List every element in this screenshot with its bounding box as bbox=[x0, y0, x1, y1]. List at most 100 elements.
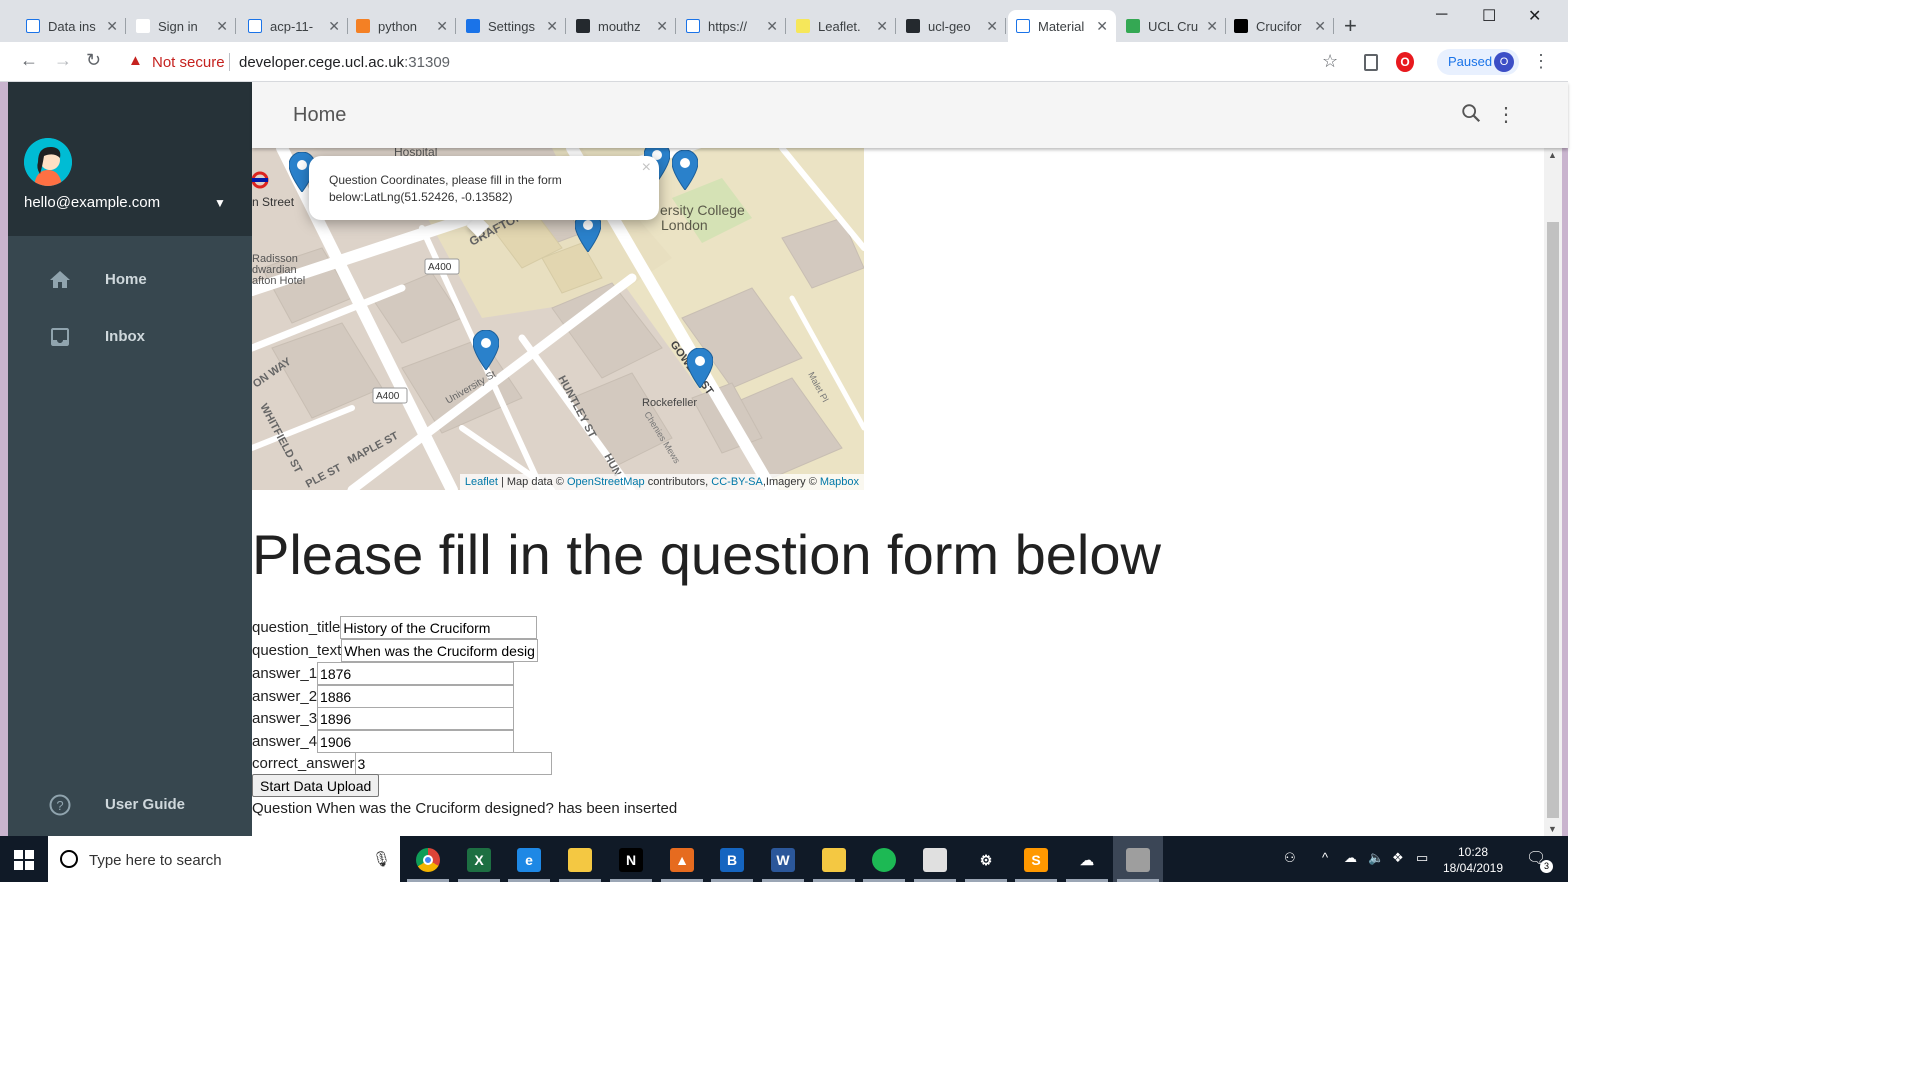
scroll-up-icon[interactable]: ▲ bbox=[1548, 150, 1557, 160]
edge-icon: e bbox=[517, 848, 541, 872]
page-scrollbar[interactable]: ▲ ▼ bbox=[1544, 148, 1562, 836]
minimize-button[interactable]: ─ bbox=[1436, 6, 1447, 24]
people-icon[interactable]: ⚇ bbox=[1284, 850, 1296, 866]
tray-chevron-icon[interactable]: ^ bbox=[1322, 850, 1328, 865]
onedrive-icon[interactable]: ☁ bbox=[1344, 850, 1357, 866]
avatar[interactable] bbox=[24, 138, 72, 186]
taskbar-clock[interactable]: 10:28 18/04/2019 bbox=[1440, 844, 1506, 876]
opera-extension-icon[interactable]: O bbox=[1396, 52, 1414, 72]
tab-close-icon[interactable]: ✕ bbox=[546, 18, 558, 35]
taskbar-app-edge[interactable]: e bbox=[504, 836, 554, 882]
map-marker-icon[interactable] bbox=[687, 348, 713, 388]
osm-link[interactable]: OpenStreetMap bbox=[567, 476, 645, 488]
tab-close-icon[interactable]: ✕ bbox=[876, 18, 888, 35]
new-tab-button[interactable]: + bbox=[1344, 13, 1357, 39]
scroll-down-icon[interactable]: ▼ bbox=[1548, 824, 1557, 834]
tab-data-ins[interactable]: Data ins ✕ bbox=[18, 10, 126, 42]
windows-start-icon[interactable] bbox=[14, 850, 34, 870]
sidebar-item-inbox[interactable]: Inbox bbox=[8, 313, 252, 361]
answer-2-input[interactable] bbox=[317, 685, 515, 708]
taskbar-app-file-explorer[interactable] bbox=[555, 836, 605, 882]
taskbar-app-paint[interactable] bbox=[910, 836, 960, 882]
tab-close-icon[interactable]: ✕ bbox=[328, 18, 340, 35]
taskbar-app-excel[interactable]: X bbox=[454, 836, 504, 882]
answer-3-input[interactable] bbox=[317, 707, 515, 730]
question-title-input[interactable] bbox=[340, 616, 538, 639]
tab-close-icon[interactable]: ✕ bbox=[106, 18, 118, 35]
warning-icon[interactable]: ▲ bbox=[128, 52, 143, 69]
taskbar-app-sublime[interactable]: S bbox=[1011, 836, 1061, 882]
battery-icon[interactable]: ▭ bbox=[1416, 850, 1428, 866]
scroll-thumb[interactable] bbox=[1547, 222, 1559, 818]
map-marker-icon[interactable] bbox=[473, 330, 499, 370]
extension-page-icon[interactable] bbox=[1364, 54, 1378, 71]
taskbar-app-chrome[interactable] bbox=[403, 836, 453, 882]
reload-icon[interactable]: ↻ bbox=[86, 50, 101, 71]
answer-1-input[interactable] bbox=[317, 662, 515, 685]
close-icon[interactable]: × bbox=[642, 159, 651, 176]
tab-close-icon[interactable]: ✕ bbox=[1314, 18, 1326, 35]
tab-close-icon[interactable]: ✕ bbox=[656, 18, 668, 35]
tab-settings[interactable]: Settings ✕ bbox=[458, 10, 566, 42]
tab-sign-in[interactable]: Sign in ✕ bbox=[128, 10, 236, 42]
leaflet-link[interactable]: Leaflet bbox=[465, 476, 498, 488]
tab-close-icon[interactable]: ✕ bbox=[436, 18, 448, 35]
mapbox-link[interactable]: Mapbox bbox=[820, 476, 859, 488]
caret-down-icon[interactable]: ▼ bbox=[214, 196, 226, 210]
security-label[interactable]: Not secure bbox=[152, 54, 225, 71]
tab-https[interactable]: https:// ✕ bbox=[678, 10, 786, 42]
taskbar-app-spotify[interactable] bbox=[859, 836, 909, 882]
tab-ucl-geo[interactable]: ucl-geo ✕ bbox=[898, 10, 1006, 42]
tab-close-icon[interactable]: ✕ bbox=[766, 18, 778, 35]
chrome-icon bbox=[416, 848, 440, 872]
tab-crucifor[interactable]: Crucifor ✕ bbox=[1226, 10, 1334, 42]
bookmark-star-icon[interactable]: ☆ bbox=[1322, 51, 1338, 72]
back-icon[interactable]: ← bbox=[20, 50, 38, 71]
maximize-button[interactable]: ☐ bbox=[1482, 6, 1496, 26]
microphone-icon[interactable]: 🎙 bbox=[372, 850, 391, 868]
tab-acp-11[interactable]: acp-11- ✕ bbox=[240, 10, 348, 42]
tab-leaflet[interactable]: Leaflet. ✕ bbox=[788, 10, 896, 42]
profile-avatar: O bbox=[1494, 52, 1514, 72]
tab-mouthz[interactable]: mouthz ✕ bbox=[568, 10, 676, 42]
github-icon bbox=[906, 19, 920, 33]
answer-4-input[interactable] bbox=[317, 730, 515, 753]
tab-close-icon[interactable]: ✕ bbox=[1096, 18, 1108, 35]
taskbar-app-qgis[interactable] bbox=[1113, 836, 1163, 882]
tab-close-icon[interactable]: ✕ bbox=[986, 18, 998, 35]
start-data-upload-button[interactable]: Start Data Upload bbox=[252, 774, 380, 797]
question-text-input[interactable] bbox=[341, 639, 539, 662]
tab-ucl-cru[interactable]: UCL Cru ✕ bbox=[1118, 10, 1226, 42]
map-marker-icon[interactable] bbox=[672, 150, 698, 190]
browser-menu-icon[interactable]: ⋮ bbox=[1532, 51, 1550, 72]
taskbar-app-cloud-app[interactable]: ☁ bbox=[1062, 836, 1112, 882]
taskbar-app-file-manager[interactable] bbox=[809, 836, 859, 882]
search-icon[interactable] bbox=[1460, 101, 1482, 125]
tab-material[interactable]: Material ✕ bbox=[1008, 10, 1116, 42]
close-window-button[interactable]: ✕ bbox=[1528, 6, 1541, 26]
tab-python[interactable]: python ✕ bbox=[348, 10, 456, 42]
tab-close-icon[interactable]: ✕ bbox=[216, 18, 228, 35]
correct-answer-input[interactable] bbox=[354, 752, 552, 775]
profile-button[interactable]: Paused O bbox=[1437, 49, 1519, 75]
forward-icon[interactable]: → bbox=[54, 50, 72, 71]
tab-close-icon[interactable]: ✕ bbox=[1206, 18, 1218, 35]
sidebar-item-user-guide[interactable]: ? User Guide bbox=[8, 781, 252, 829]
help-icon: ? bbox=[49, 794, 71, 816]
attribution-text: | Map data © bbox=[500, 476, 564, 488]
taskbar-app-word[interactable]: W bbox=[758, 836, 808, 882]
taskbar-app-netflix[interactable]: N bbox=[606, 836, 656, 882]
document-icon bbox=[26, 19, 40, 33]
license-link[interactable]: CC-BY-SA bbox=[711, 476, 763, 488]
sidebar-item-home[interactable]: Home bbox=[8, 256, 252, 304]
volume-icon[interactable]: 🔈 bbox=[1368, 850, 1384, 866]
taskbar-app-settings[interactable]: ⚙ bbox=[961, 836, 1011, 882]
leaflet-map[interactable]: Hospital n Street GRAFTON ersity College… bbox=[252, 148, 864, 490]
more-options-icon[interactable]: ⋮ bbox=[1496, 102, 1516, 127]
address-bar[interactable]: developer.cege.ucl.ac.uk:31309 bbox=[239, 54, 450, 71]
home-icon bbox=[50, 271, 70, 288]
taskbar-search-box[interactable]: Type here to search 🎙 bbox=[48, 836, 400, 882]
taskbar-app-b-app[interactable]: B bbox=[707, 836, 757, 882]
taskbar-app-matlab[interactable]: ▲ bbox=[657, 836, 707, 882]
dropbox-icon[interactable]: ❖ bbox=[1392, 850, 1404, 866]
